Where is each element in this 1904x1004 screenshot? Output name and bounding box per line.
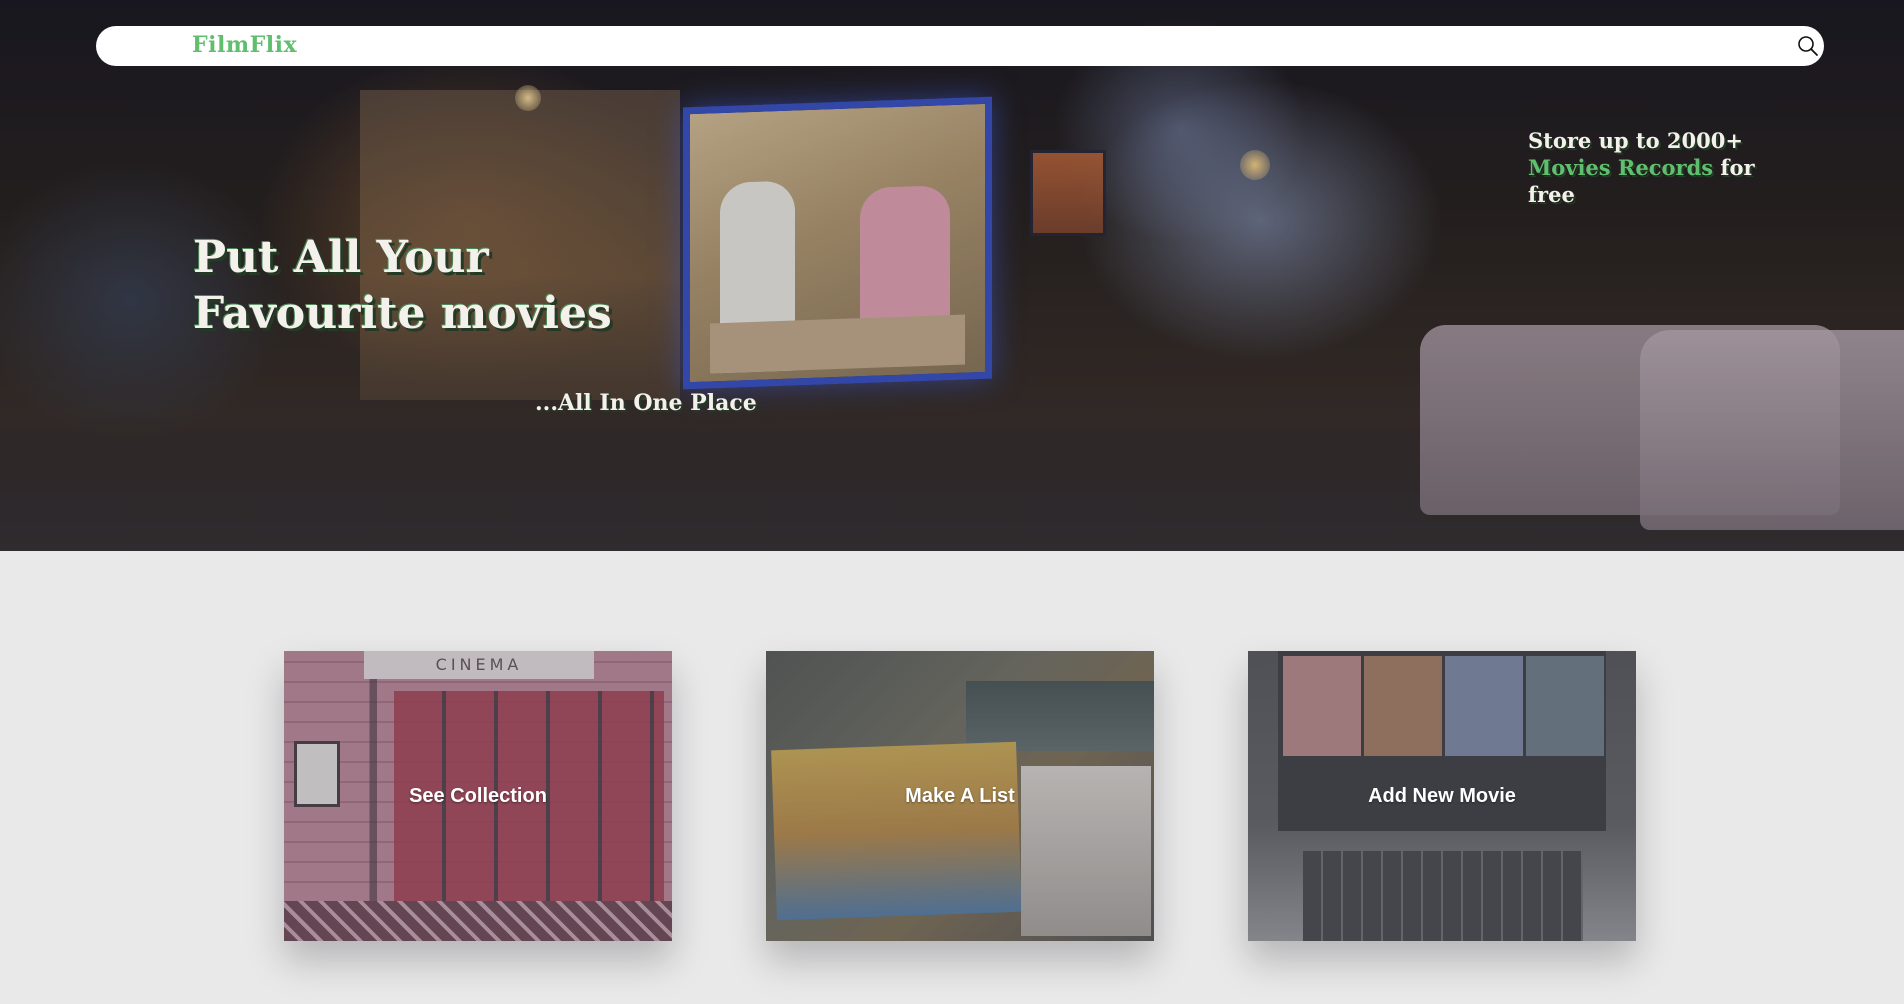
- make-a-list-label: Make A List: [905, 784, 1015, 807]
- brand-logo[interactable]: FilmFlix: [192, 32, 297, 58]
- top-navbar: FilmFlix: [96, 26, 1824, 66]
- hero-promo: Store up to 2000+ Movies Records for fre…: [1528, 127, 1778, 208]
- see-collection-card[interactable]: CINEMA See Collection: [284, 651, 672, 941]
- search-button[interactable]: [1796, 34, 1820, 58]
- search-icon: [1798, 36, 1818, 56]
- promo-highlight: Movies Records: [1528, 155, 1714, 180]
- promo-text-1: Store up to 2000+: [1528, 128, 1743, 153]
- see-collection-label: See Collection: [409, 784, 547, 807]
- hero-headline: Put All Your Favourite movies: [193, 232, 612, 339]
- make-a-list-card[interactable]: Make A List: [766, 651, 1154, 941]
- add-new-movie-card[interactable]: Add New Movie: [1248, 651, 1636, 941]
- hero-tagline: ...All In One Place: [535, 390, 757, 416]
- add-new-movie-label: Add New Movie: [1368, 784, 1516, 807]
